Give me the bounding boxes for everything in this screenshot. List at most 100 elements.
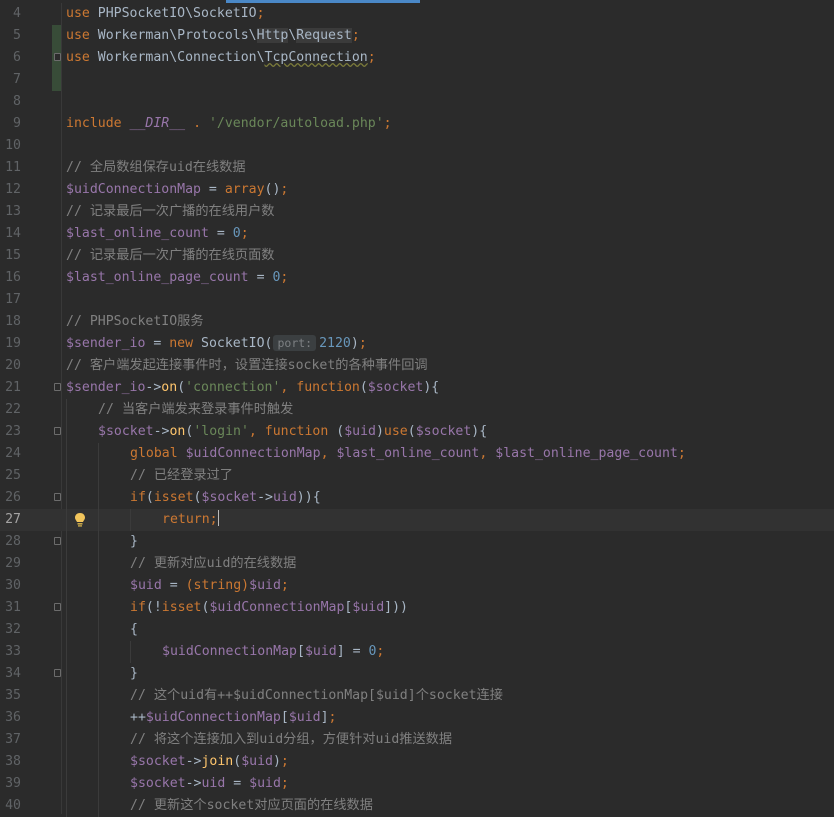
code-text[interactable]: { [130,619,138,641]
line-number[interactable]: 37 [0,729,21,751]
code-line[interactable]: 20 // 客户端发起连接事件时，设置连接socket的各种事件回调 [0,355,834,377]
line-number[interactable]: 35 [0,685,21,707]
line-number[interactable]: 5 [0,25,21,47]
line-number[interactable]: 21 [0,377,21,399]
line-number[interactable]: 23 [0,421,21,443]
code-text[interactable]: $last_online_page_count = 0; [66,267,288,289]
code-line[interactable]: 4 use PHPSocketIO\SocketIO; [0,3,834,25]
code-line[interactable]: 28} [0,531,834,553]
line-number[interactable]: 31 [0,597,21,619]
line-number[interactable]: 36 [0,707,21,729]
code-text[interactable]: use Workerman\Connection\TcpConnection; [66,47,376,69]
code-line[interactable]: 12 $uidConnectionMap = array(); [0,179,834,201]
code-text[interactable]: // 这个uid有++$uidConnectionMap[$uid]个socke… [130,685,503,707]
code-line[interactable]: 22 // 当客户端发来登录事件时触发 [0,399,834,421]
line-number[interactable]: 17 [0,289,21,311]
line-number[interactable]: 32 [0,619,21,641]
line-number[interactable]: 11 [0,157,21,179]
code-text[interactable]: return; [162,509,219,531]
code-line[interactable]: 35 // 这个uid有++$uidConnectionMap[$uid]个soc… [0,685,834,707]
line-number[interactable]: 20 [0,355,21,377]
code-text[interactable]: ++$uidConnectionMap[$uid]; [130,707,337,729]
code-text[interactable]: } [130,663,138,685]
code-line[interactable]: 19 $sender_io = new SocketIO(port: 2120); [0,333,834,355]
fold-marker-icon[interactable] [54,383,61,391]
line-number[interactable]: 22 [0,399,21,421]
code-line[interactable]: 26 if(isset($socket->uid)){ [0,487,834,509]
code-text[interactable]: if(isset($socket->uid)){ [130,487,321,509]
lightbulb-icon[interactable] [73,512,87,528]
code-text[interactable]: // 更新对应uid的在线数据 [130,553,296,575]
code-text[interactable]: $uid = (string)$uid; [130,575,289,597]
code-text[interactable]: // 客户端发起连接事件时，设置连接socket的各种事件回调 [66,355,428,377]
line-number[interactable]: 25 [0,465,21,487]
line-number[interactable]: 39 [0,773,21,795]
code-line[interactable]: 25 // 已经登录过了 [0,465,834,487]
line-number[interactable]: 29 [0,553,21,575]
line-number[interactable]: 33 [0,641,21,663]
code-text[interactable]: // PHPSocketIO服务 [66,311,204,333]
code-text[interactable]: use PHPSocketIO\SocketIO; [66,3,265,25]
code-line[interactable]: 6 use Workerman\Connection\TcpConnection; [0,47,834,69]
line-number[interactable]: 8 [0,91,21,113]
code-line[interactable]: 30 $uid = (string)$uid; [0,575,834,597]
code-text[interactable]: $sender_io->on('connection', function($s… [66,377,439,399]
code-line[interactable]: 23 $socket->on('login', function ($uid)us… [0,421,834,443]
line-number[interactable]: 38 [0,751,21,773]
code-line[interactable]: 32 { [0,619,834,641]
vcs-changed-marker[interactable] [52,69,61,91]
code-text[interactable]: // 将这个连接加入到uid分组，方便针对uid推送数据 [130,729,452,751]
code-line[interactable]: 13 // 记录最后一次广播的在线用户数 [0,201,834,223]
fold-marker-icon[interactable] [54,537,61,545]
code-text[interactable]: // 记录最后一次广播的在线页面数 [66,245,274,267]
line-number[interactable]: 28 [0,531,21,553]
fold-marker-icon[interactable] [54,427,61,435]
line-number[interactable]: 34 [0,663,21,685]
line-number[interactable]: 7 [0,69,21,91]
code-line[interactable]: 14 $last_online_count = 0; [0,223,834,245]
code-line[interactable]: 29 // 更新对应uid的在线数据 [0,553,834,575]
code-line[interactable]: 33 $uidConnectionMap[$uid] = 0; [0,641,834,663]
code-line[interactable]: 17 [0,289,834,311]
code-text[interactable]: } [130,531,138,553]
code-text[interactable]: // 记录最后一次广播的在线用户数 [66,201,274,223]
code-line[interactable]: 7 [0,69,834,91]
code-line[interactable]: 5 use Workerman\Protocols\Http\Request; [0,25,834,47]
code-line[interactable]: 24 global $uidConnectionMap, $last_online… [0,443,834,465]
code-text[interactable]: use Workerman\Protocols\Http\Request; [66,25,360,47]
line-number[interactable]: 19 [0,333,21,355]
line-number[interactable]: 16 [0,267,21,289]
line-number[interactable]: 10 [0,135,21,157]
line-number[interactable]: 27 [0,509,21,531]
line-number[interactable]: 14 [0,223,21,245]
code-line[interactable]: 16 $last_online_page_count = 0; [0,267,834,289]
code-text[interactable]: $uidConnectionMap[$uid] = 0; [162,641,384,663]
code-text[interactable]: $last_online_count = 0; [66,223,249,245]
line-number[interactable]: 4 [0,3,21,25]
code-line[interactable]: 34} [0,663,834,685]
code-line[interactable]: 36 ++$uidConnectionMap[$uid]; [0,707,834,729]
code-text[interactable]: $socket->on('login', function ($uid)use(… [98,421,487,443]
code-text[interactable]: // 全局数组保存uid在线数据 [66,157,246,179]
code-text[interactable]: include __DIR__ . '/vendor/autoload.php'… [66,113,392,135]
code-line[interactable]: 9 include __DIR__ . '/vendor/autoload.php… [0,113,834,135]
code-line[interactable]: 39 $socket->uid = $uid; [0,773,834,795]
code-editor[interactable]: 4 use PHPSocketIO\SocketIO; 5 use Workerman… [0,3,834,817]
code-line[interactable]: 8 [0,91,834,113]
code-line[interactable]: 27 return; [0,509,834,531]
line-number[interactable]: 30 [0,575,21,597]
code-line[interactable]: 21 $sender_io->on('connection', function(… [0,377,834,399]
code-text[interactable]: if(!isset($uidConnectionMap[$uid])) [130,597,408,619]
code-text[interactable]: $socket->join($uid); [130,751,289,773]
code-line[interactable]: 18 // PHPSocketIO服务 [0,311,834,333]
line-number[interactable]: 24 [0,443,21,465]
line-number[interactable]: 12 [0,179,21,201]
code-text[interactable]: // 已经登录过了 [130,465,233,487]
code-line[interactable]: 31 if(!isset($uidConnectionMap[$uid])) [0,597,834,619]
fold-marker-icon[interactable] [54,493,61,501]
code-line[interactable]: 10 [0,135,834,157]
line-number[interactable]: 15 [0,245,21,267]
code-line[interactable]: 37 // 将这个连接加入到uid分组，方便针对uid推送数据 [0,729,834,751]
code-line[interactable]: 15 // 记录最后一次广播的在线页面数 [0,245,834,267]
line-number[interactable]: 26 [0,487,21,509]
